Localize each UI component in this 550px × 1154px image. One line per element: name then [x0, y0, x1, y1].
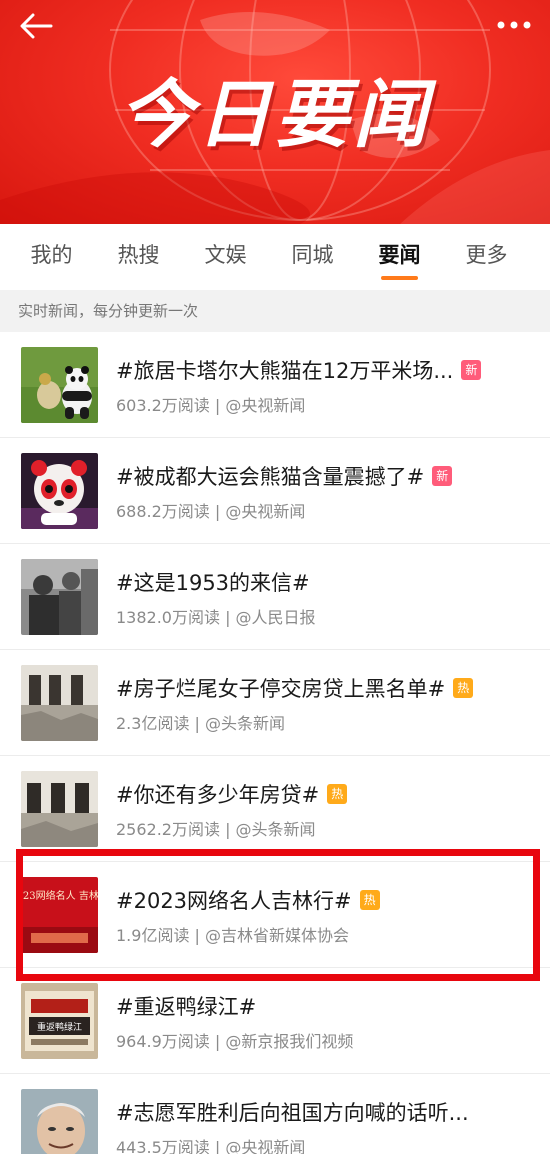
tab-entertainment[interactable]: 文娱 — [182, 224, 269, 286]
news-title: #被成都大运会熊猫含量震撼了# — [116, 465, 425, 489]
news-list: #旅居卡塔尔大熊猫在12万平米场... 新 603.2万阅读 | @央视新闻 #… — [0, 332, 550, 1154]
page-title: 今日要闻 — [119, 72, 431, 158]
new-badge: 新 — [432, 466, 453, 486]
back-arrow-icon — [20, 13, 53, 39]
news-meta: 688.2万阅读 | @央视新闻 — [116, 502, 306, 521]
news-meta: 2562.2万阅读 | @头条新闻 — [116, 820, 316, 839]
list-item[interactable]: #房子烂尾女子停交房贷上黑名单# 热 2.3亿阅读 | @头条新闻 — [0, 650, 550, 756]
thumb-caption: 2023网络名人 吉林行 — [21, 889, 98, 902]
update-notice: 实时新闻，每分钟更新一次 — [0, 290, 550, 332]
tab-headlines[interactable]: 要闻 — [356, 224, 443, 286]
news-thumbnail — [21, 347, 98, 423]
news-meta: 1.9亿阅读 | @吉林省新媒体协会 — [116, 926, 350, 945]
tab-local[interactable]: 同城 — [269, 224, 356, 286]
list-item[interactable]: 重返鸭绿江 #重返鸭绿江# 964.9万阅读 | @新京报我们视频 — [0, 968, 550, 1074]
back-button[interactable] — [14, 8, 58, 44]
news-meta: 443.5万阅读 | @央视新闻 — [116, 1138, 306, 1154]
news-meta: 1382.0万阅读 | @人民日报 — [116, 608, 316, 627]
list-item[interactable]: 2023网络名人 吉林行 #2023网络名人吉林行# 热 1.9亿阅读 | @吉… — [0, 862, 550, 968]
news-thumbnail — [21, 559, 98, 635]
news-title: #你还有多少年房贷# — [116, 783, 320, 807]
thumb-caption: 重返鸭绿江 — [37, 1021, 82, 1033]
news-title: #房子烂尾女子停交房贷上黑名单# — [116, 677, 446, 701]
list-item[interactable]: #志愿军胜利后向祖国方向喊的话听... 443.5万阅读 | @央视新闻 — [0, 1074, 550, 1154]
tab-hot-search[interactable]: 热搜 — [95, 224, 182, 286]
news-meta: 2.3亿阅读 | @头条新闻 — [116, 714, 286, 733]
new-badge: 新 — [461, 360, 482, 380]
hot-badge: 热 — [359, 890, 380, 910]
news-title: #志愿军胜利后向祖国方向喊的话听... — [116, 1101, 469, 1125]
list-item[interactable]: #这是1953的来信# 1382.0万阅读 | @人民日报 — [0, 544, 550, 650]
news-thumbnail — [21, 1089, 98, 1154]
news-thumbnail: 2023网络名人 吉林行 — [21, 877, 98, 953]
list-item[interactable]: #旅居卡塔尔大熊猫在12万平米场... 新 603.2万阅读 | @央视新闻 — [0, 332, 550, 438]
more-options-button[interactable] — [492, 10, 536, 40]
news-thumbnail: 重返鸭绿江 — [21, 983, 98, 1059]
news-thumbnail — [21, 453, 98, 529]
tab-mine[interactable]: 我的 — [8, 224, 95, 286]
list-item[interactable]: #你还有多少年房贷# 热 2562.2万阅读 | @头条新闻 — [0, 756, 550, 862]
more-dots-icon — [497, 21, 531, 29]
news-thumbnail — [21, 665, 98, 741]
news-thumbnail — [21, 771, 98, 847]
tab-more[interactable]: 更多 — [443, 224, 530, 286]
news-title: #这是1953的来信# — [116, 571, 310, 595]
news-meta: 603.2万阅读 | @央视新闻 — [116, 396, 306, 415]
hot-badge: 热 — [327, 784, 348, 804]
category-tabs: 我的 热搜 文娱 同城 要闻 更多 — [0, 224, 550, 286]
news-meta: 964.9万阅读 | @新京报我们视频 — [116, 1032, 354, 1051]
news-title: #重返鸭绿江# — [116, 995, 257, 1019]
hot-badge: 热 — [453, 678, 474, 698]
news-title: #2023网络名人吉林行# — [116, 889, 352, 913]
news-title: #旅居卡塔尔大熊猫在12万平米场... — [116, 359, 454, 383]
list-item[interactable]: #被成都大运会熊猫含量震撼了# 新 688.2万阅读 | @央视新闻 — [0, 438, 550, 544]
header-banner: 今日要闻 — [0, 0, 550, 224]
